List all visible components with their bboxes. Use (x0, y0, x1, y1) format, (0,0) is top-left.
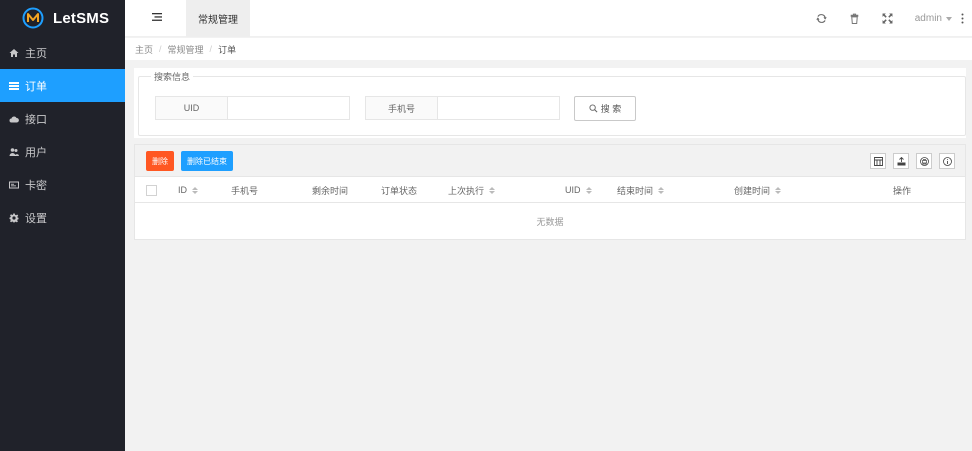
list-icon (9, 81, 19, 90)
table-tools (863, 153, 955, 169)
card-icon (9, 181, 19, 188)
search-icon (589, 104, 598, 113)
column-header-uid[interactable]: UID (565, 177, 592, 203)
sidebar: LetSMS 主页 订单 接口 用户 卡密 设置 (0, 0, 125, 451)
sidebar-item-label: 设置 (25, 212, 47, 225)
top-header: 常规管理 admin (125, 0, 972, 37)
sidebar-item-label: 主页 (25, 47, 47, 60)
column-header-last-run[interactable]: 上次执行 (448, 177, 496, 203)
sidebar-nav: 主页 订单 接口 用户 卡密 设置 (0, 36, 125, 234)
columns-button[interactable] (870, 153, 886, 169)
user-menu[interactable]: admin (915, 13, 952, 24)
empty-state: 无数据 (536, 216, 564, 227)
table-toolbar: 删除 删除已结束 (135, 145, 965, 177)
column-label: UID (565, 185, 581, 195)
column-label: ID (178, 185, 187, 195)
search-fieldset: 搜索信息 UID 手机号 搜 索 (138, 70, 966, 136)
users-icon (9, 147, 19, 156)
column-header-remaining: 剩余时间 (312, 177, 348, 203)
phone-field-group: 手机号 (365, 96, 560, 120)
logo-icon (22, 7, 44, 29)
column-header-id[interactable]: ID (178, 177, 198, 203)
sidebar-item-api[interactable]: 接口 (0, 102, 125, 135)
uid-input[interactable] (227, 96, 350, 120)
column-label: 手机号 (231, 185, 259, 196)
sort-icon[interactable] (775, 186, 782, 194)
chevron-down-icon (946, 16, 952, 21)
export-icon (897, 156, 905, 165)
sidebar-item-label: 接口 (25, 113, 47, 126)
phone-label: 手机号 (365, 96, 437, 120)
username: admin (914, 13, 942, 24)
columns-icon (873, 156, 883, 166)
sidebar-item-home[interactable]: 主页 (0, 36, 125, 69)
sidebar-item-settings[interactable]: 设置 (0, 201, 125, 234)
uid-label: UID (155, 96, 227, 120)
delete-ended-button[interactable]: 删除已结束 (181, 151, 233, 171)
checkbox-box (146, 184, 157, 196)
print-icon (919, 156, 929, 166)
header-tools: admin (815, 0, 972, 37)
table-panel: 删除 删除已结束 ID 手机号 剩余时间 订单状态 上次执行 UID 结束时间 … (134, 144, 966, 240)
breadcrumb-home[interactable]: 主页 (135, 43, 153, 56)
column-header-status: 订单状态 (381, 177, 417, 203)
info-icon (942, 156, 952, 166)
sort-icon[interactable] (489, 186, 496, 194)
logo[interactable]: LetSMS (0, 0, 125, 36)
sidebar-item-users[interactable]: 用户 (0, 135, 125, 168)
cloud-icon (9, 116, 19, 122)
column-label: 创建时间 (734, 185, 771, 196)
column-label: 结束时间 (617, 185, 654, 196)
sidebar-item-label: 卡密 (25, 179, 47, 192)
delete-button[interactable]: 删除 (146, 151, 174, 171)
search-panel: 搜索信息 UID 手机号 搜 索 (134, 68, 966, 138)
breadcrumb-general[interactable]: 常规管理 (168, 43, 204, 56)
breadcrumb: 主页 / 常规管理 / 订单 (125, 38, 972, 60)
search-legend: 搜索信息 (151, 70, 194, 83)
menu-toggle-icon[interactable] (152, 12, 162, 22)
column-header-actions: 操作 (893, 177, 911, 203)
sort-icon[interactable] (585, 186, 592, 194)
fullscreen-icon[interactable] (882, 13, 893, 24)
breadcrumb-separator: / (159, 44, 162, 54)
refresh-icon[interactable] (815, 13, 827, 24)
column-label: 订单状态 (381, 185, 418, 196)
sidebar-item-label: 订单 (25, 80, 47, 93)
info-button[interactable] (939, 153, 955, 169)
select-all-checkbox[interactable] (146, 177, 157, 203)
sidebar-item-cards[interactable]: 卡密 (0, 168, 125, 201)
breadcrumb-current: 订单 (218, 44, 237, 55)
gear-icon (9, 213, 19, 222)
column-header-end-time[interactable]: 结束时间 (617, 177, 665, 203)
column-header-phone: 手机号 (231, 177, 258, 203)
sidebar-item-orders[interactable]: 订单 (0, 69, 125, 102)
column-label: 剩余时间 (312, 185, 349, 196)
home-icon (9, 48, 19, 57)
sidebar-item-label: 用户 (25, 146, 47, 159)
search-button-label: 搜 索 (600, 104, 622, 114)
tab-general-management[interactable]: 常规管理 (186, 0, 250, 37)
export-button[interactable] (893, 153, 909, 169)
clear-cache-icon[interactable] (849, 13, 860, 24)
sort-icon[interactable] (192, 186, 198, 194)
search-button[interactable]: 搜 索 (574, 96, 636, 121)
uid-field-group: UID (155, 96, 350, 120)
table-header: ID 手机号 剩余时间 订单状态 上次执行 UID 结束时间 创建时间 操作 (135, 177, 965, 203)
more-vertical-icon[interactable] (961, 13, 964, 24)
app-name: LetSMS (53, 9, 110, 27)
print-button[interactable] (916, 153, 932, 169)
column-label: 操作 (893, 185, 912, 196)
column-header-created[interactable]: 创建时间 (734, 177, 782, 203)
phone-input[interactable] (437, 96, 560, 120)
breadcrumb-separator: / (209, 44, 213, 54)
column-label: 上次执行 (448, 185, 485, 196)
sort-icon[interactable] (658, 186, 665, 194)
